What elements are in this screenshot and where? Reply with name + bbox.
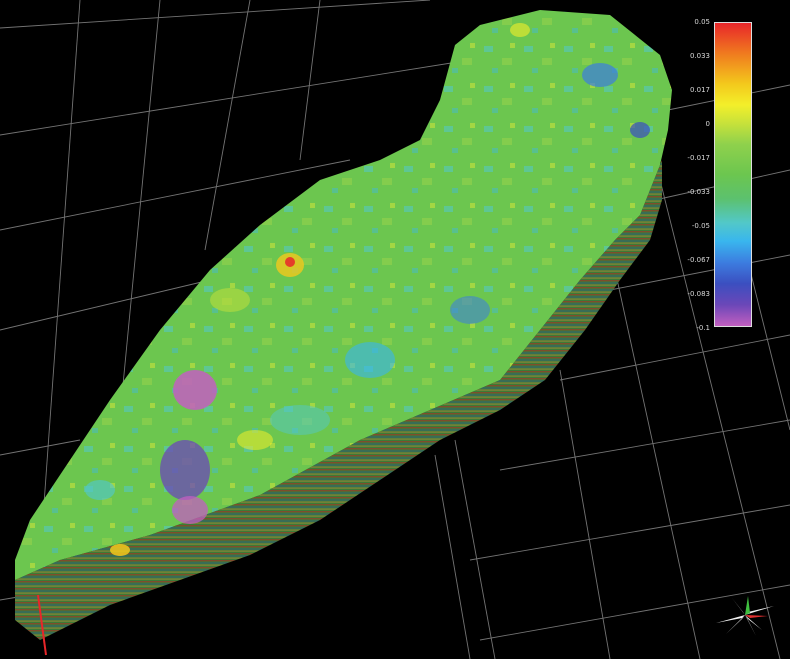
orientation-compass-icon[interactable] [712,590,778,640]
3d-volume-viewport[interactable] [0,0,790,659]
legend-tick: 0 [705,120,710,128]
legend-tick: -0.017 [687,154,710,162]
legend-tick: -0.05 [691,222,710,230]
legend-tick: 0.033 [689,52,710,60]
legend-tick: 0.017 [689,86,710,94]
legend-tick: -0.083 [687,290,710,298]
legend-tick: -0.033 [687,188,710,196]
color-scale-bar [714,22,752,327]
color-scale-legend: 0.05 0.033 0.017 0 -0.017 -0.033 -0.05 -… [676,14,766,334]
legend-tick: -0.1 [696,324,710,332]
legend-tick: 0.05 [694,18,710,26]
legend-tick: -0.067 [687,256,710,264]
